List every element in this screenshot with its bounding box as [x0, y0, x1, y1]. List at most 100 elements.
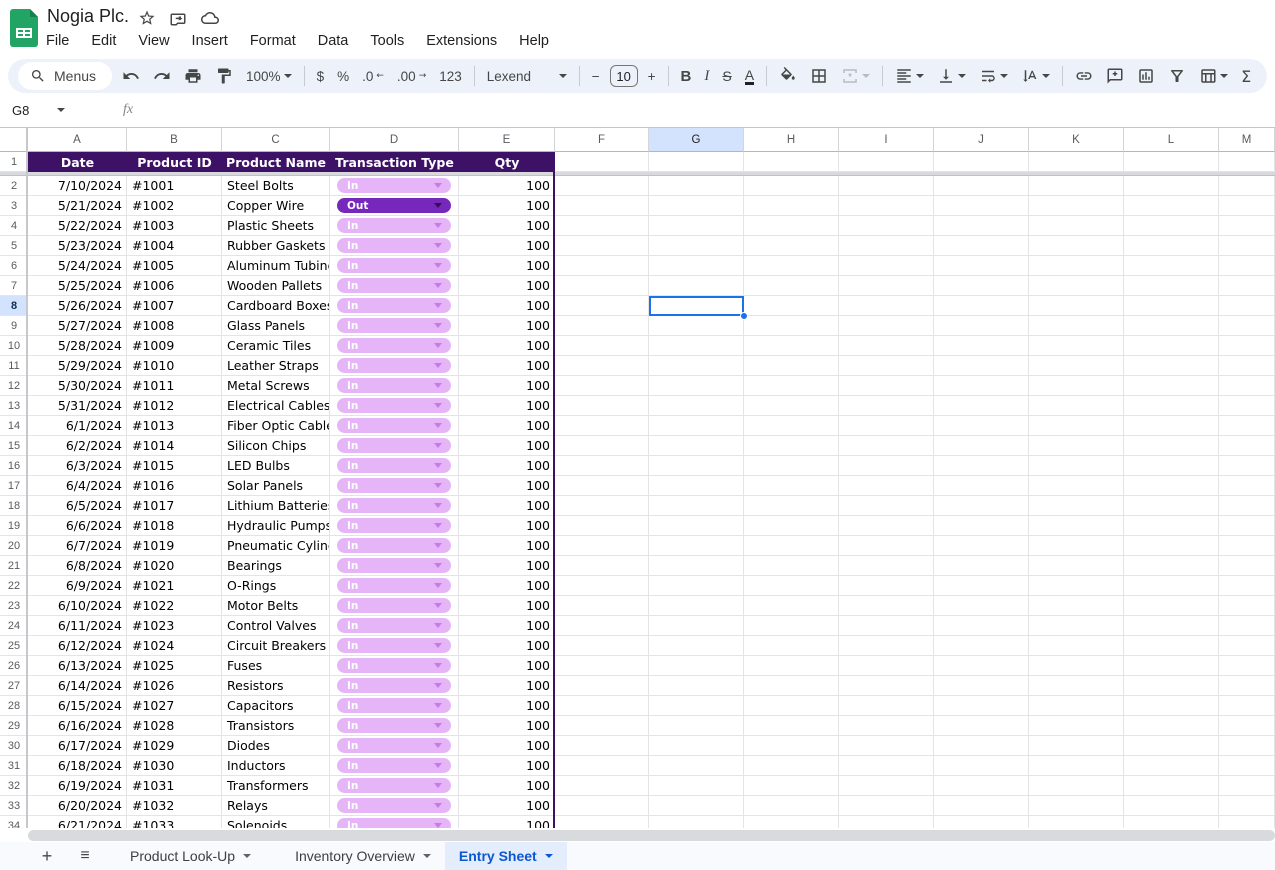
empty-cell[interactable] — [934, 336, 1029, 356]
product-id-cell[interactable]: #1005 — [127, 256, 222, 276]
product-id-cell[interactable]: #1004 — [127, 236, 222, 256]
row-header-9[interactable]: 9 — [0, 316, 28, 336]
empty-cell[interactable] — [1124, 396, 1219, 416]
empty-cell[interactable] — [555, 676, 649, 696]
transaction-type-dropdown[interactable]: In — [337, 178, 451, 193]
date-cell[interactable]: 6/3/2024 — [28, 456, 127, 476]
vertical-align-button[interactable] — [934, 64, 969, 88]
fill-color-button[interactable] — [776, 64, 800, 88]
empty-cell[interactable] — [1124, 756, 1219, 776]
horizontal-scrollbar[interactable] — [28, 830, 1275, 841]
insert-link-button[interactable] — [1072, 64, 1096, 88]
empty-cell[interactable] — [839, 456, 934, 476]
empty-cell[interactable] — [934, 436, 1029, 456]
empty-cell[interactable] — [1029, 796, 1124, 816]
empty-cell[interactable] — [839, 496, 934, 516]
date-cell[interactable]: 6/13/2024 — [28, 656, 127, 676]
empty-cell[interactable] — [744, 696, 839, 716]
empty-cell[interactable] — [1219, 716, 1275, 736]
qty-cell[interactable]: 100 — [459, 476, 555, 496]
empty-cell[interactable] — [1219, 176, 1275, 196]
date-cell[interactable]: 5/22/2024 — [28, 216, 127, 236]
empty-cell[interactable] — [649, 636, 744, 656]
empty-cell[interactable] — [649, 796, 744, 816]
date-cell[interactable]: 6/21/2024 — [28, 816, 127, 828]
product-name-cell[interactable]: Hydraulic Pumps — [222, 516, 330, 536]
product-id-cell[interactable]: #1022 — [127, 596, 222, 616]
empty-cell[interactable] — [744, 236, 839, 256]
empty-cell[interactable] — [1124, 356, 1219, 376]
empty-cell[interactable] — [1124, 716, 1219, 736]
date-cell[interactable]: 6/15/2024 — [28, 696, 127, 716]
empty-cell[interactable] — [1029, 396, 1124, 416]
empty-cell[interactable] — [934, 376, 1029, 396]
menu-insert[interactable]: Insert — [192, 33, 228, 49]
empty-cell[interactable] — [649, 236, 744, 256]
empty-cell[interactable] — [839, 796, 934, 816]
empty-cell[interactable] — [1219, 656, 1275, 676]
transaction-type-dropdown[interactable]: In — [337, 318, 451, 333]
date-cell[interactable]: 6/14/2024 — [28, 676, 127, 696]
row-header-11[interactable]: 11 — [0, 356, 28, 376]
empty-cell[interactable] — [744, 316, 839, 336]
empty-cell[interactable] — [1029, 636, 1124, 656]
empty-cell[interactable] — [744, 676, 839, 696]
empty-cell[interactable] — [1219, 336, 1275, 356]
qty-cell[interactable]: 100 — [459, 536, 555, 556]
sheets-logo-icon[interactable] — [10, 9, 38, 47]
date-cell[interactable]: 5/23/2024 — [28, 236, 127, 256]
empty-cell[interactable] — [1029, 296, 1124, 316]
empty-cell[interactable] — [555, 576, 649, 596]
transaction-type-dropdown[interactable]: In — [337, 358, 451, 373]
empty-cell[interactable] — [1124, 496, 1219, 516]
date-cell[interactable]: 6/12/2024 — [28, 636, 127, 656]
empty-cell[interactable] — [934, 556, 1029, 576]
empty-cell[interactable] — [934, 196, 1029, 216]
empty-cell[interactable] — [1219, 276, 1275, 296]
empty-cell[interactable] — [1029, 776, 1124, 796]
empty-cell[interactable] — [744, 516, 839, 536]
empty-cell[interactable] — [555, 536, 649, 556]
empty-cell[interactable] — [839, 716, 934, 736]
empty-cell[interactable] — [649, 576, 744, 596]
product-id-cell[interactable]: #1025 — [127, 656, 222, 676]
empty-cell[interactable] — [934, 496, 1029, 516]
empty-cell[interactable] — [934, 616, 1029, 636]
date-cell[interactable]: 6/2/2024 — [28, 436, 127, 456]
empty-cell[interactable] — [839, 676, 934, 696]
more-formats-button[interactable]: 123 — [436, 66, 465, 87]
qty-cell[interactable]: 100 — [459, 256, 555, 276]
empty-cell[interactable] — [1124, 316, 1219, 336]
empty-cell[interactable] — [1029, 376, 1124, 396]
empty-cell[interactable] — [1124, 596, 1219, 616]
product-name-cell[interactable]: Copper Wire — [222, 196, 330, 216]
row-header-14[interactable]: 14 — [0, 416, 28, 436]
product-id-cell[interactable]: #1029 — [127, 736, 222, 756]
empty-cell[interactable] — [1029, 536, 1124, 556]
empty-cell[interactable] — [839, 236, 934, 256]
empty-cell[interactable] — [1219, 316, 1275, 336]
date-cell[interactable]: 6/18/2024 — [28, 756, 127, 776]
empty-cell[interactable] — [649, 556, 744, 576]
product-id-cell[interactable]: #1026 — [127, 676, 222, 696]
product-name-cell[interactable]: Rubber Gaskets — [222, 236, 330, 256]
empty-cell[interactable] — [1124, 476, 1219, 496]
qty-cell[interactable]: 100 — [459, 456, 555, 476]
product-id-cell[interactable]: #1024 — [127, 636, 222, 656]
product-name-cell[interactable]: O-Rings — [222, 576, 330, 596]
menus-search-button[interactable]: Menus — [18, 62, 112, 90]
column-header-A[interactable]: A — [28, 128, 127, 152]
empty-cell[interactable] — [1124, 336, 1219, 356]
row-header-3[interactable]: 3 — [0, 196, 28, 216]
empty-cell[interactable] — [1219, 256, 1275, 276]
empty-cell[interactable] — [649, 176, 744, 196]
empty-cell[interactable] — [555, 696, 649, 716]
empty-cell[interactable] — [934, 756, 1029, 776]
product-id-cell[interactable]: #1019 — [127, 536, 222, 556]
product-name-cell[interactable]: Diodes — [222, 736, 330, 756]
empty-cell[interactable] — [555, 476, 649, 496]
column-header-K[interactable]: K — [1029, 128, 1124, 152]
empty-cell[interactable] — [649, 596, 744, 616]
empty-cell[interactable] — [555, 516, 649, 536]
text-rotation-button[interactable] — [1018, 64, 1053, 88]
